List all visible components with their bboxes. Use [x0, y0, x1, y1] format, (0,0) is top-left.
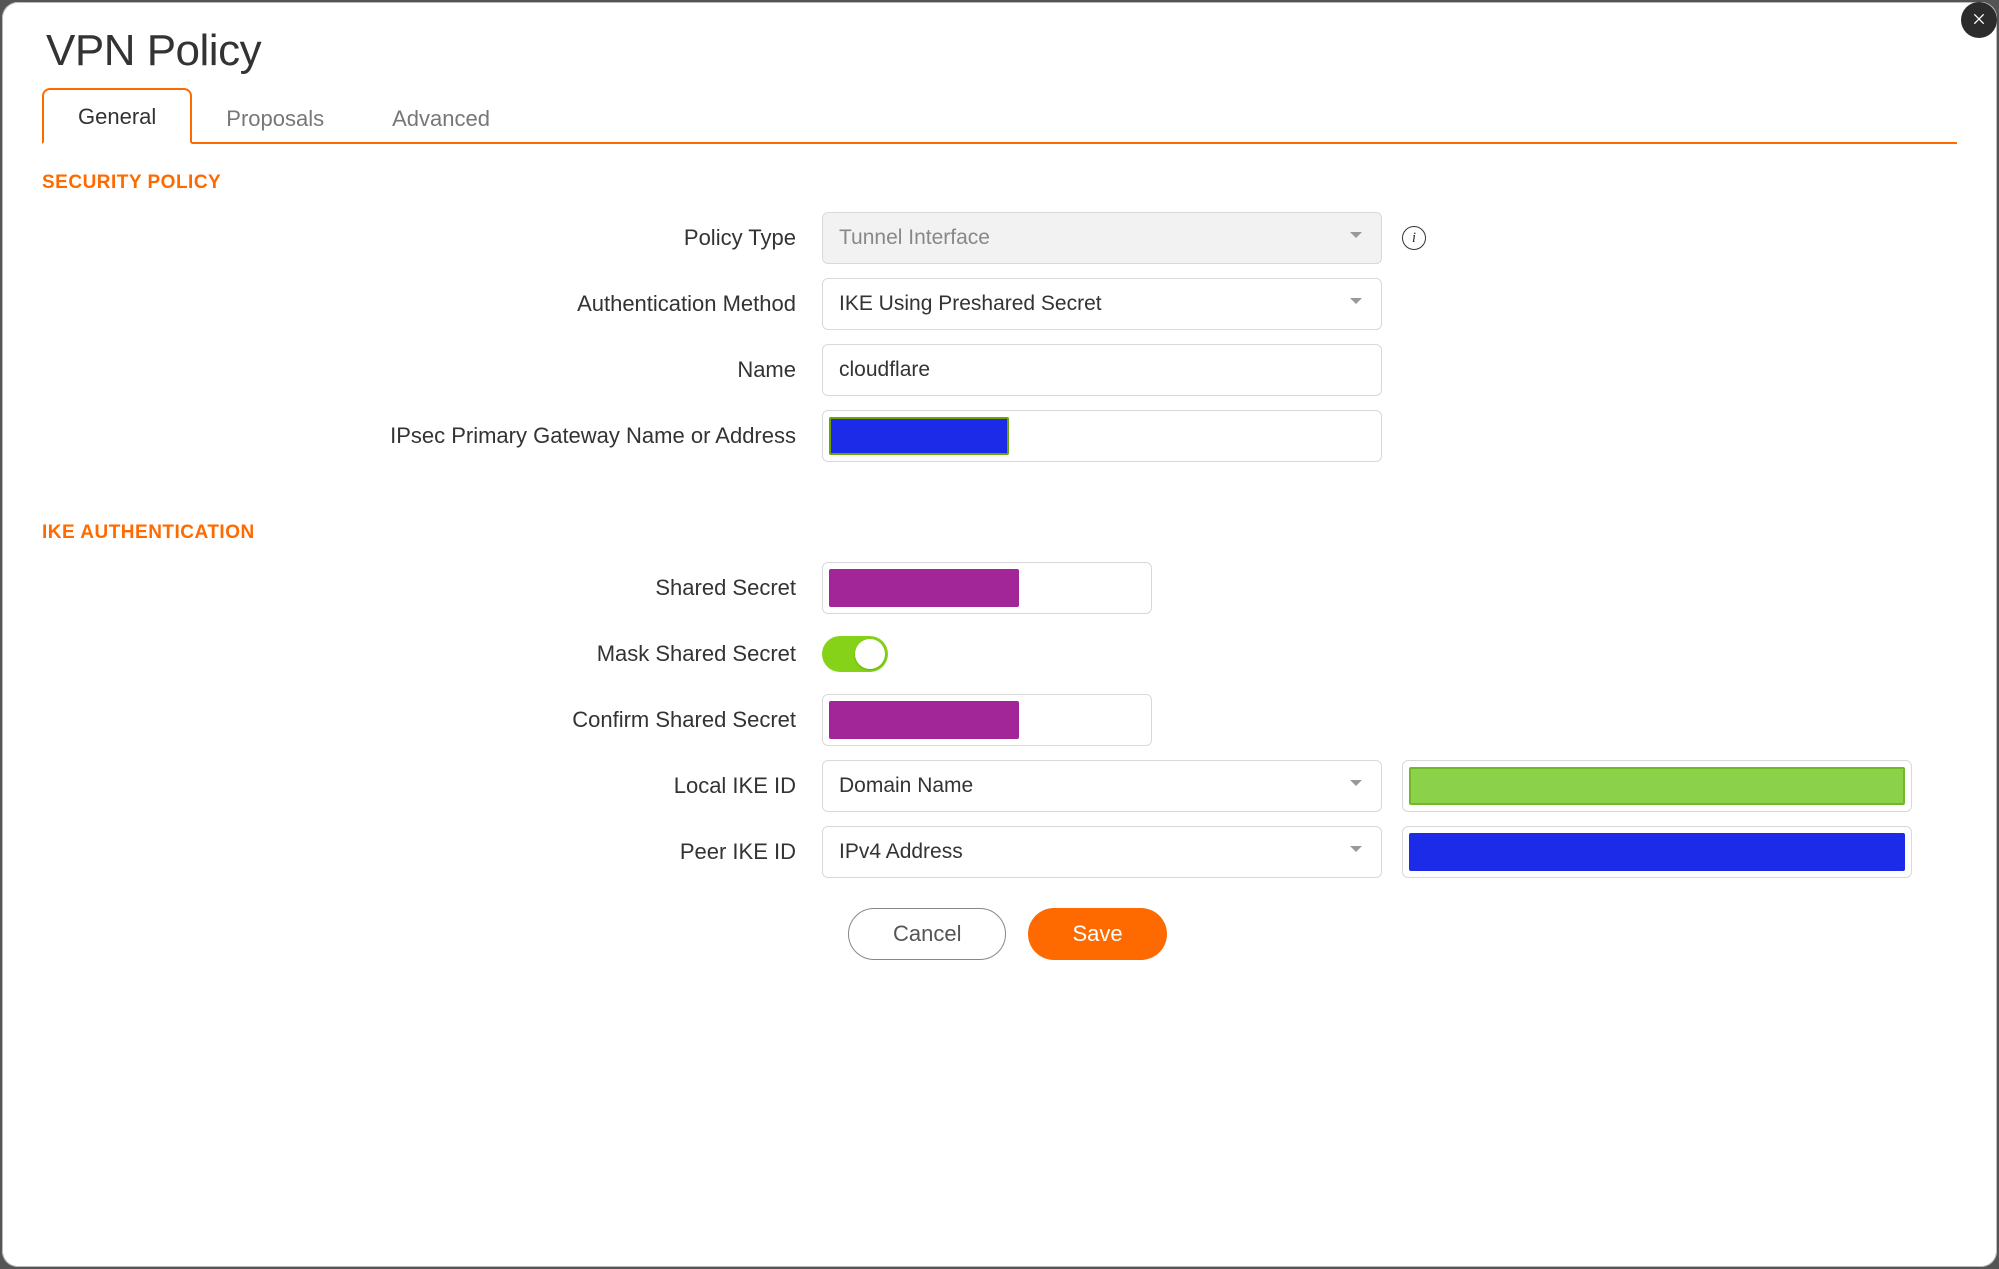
redacted-value — [1409, 833, 1905, 871]
section-security-policy: SECURITY POLICY — [42, 172, 1997, 194]
close-icon — [1971, 11, 1987, 30]
input-shared-secret[interactable] — [822, 562, 1152, 614]
label-auth-method: Authentication Method — [42, 291, 822, 317]
tab-advanced[interactable]: Advanced — [358, 92, 524, 144]
tab-bar: General Proposals Advanced — [42, 86, 1957, 144]
label-peer-ike-id: Peer IKE ID — [42, 839, 822, 865]
redacted-value — [829, 701, 1019, 739]
select-auth-method[interactable]: IKE Using Preshared Secret — [822, 278, 1382, 330]
redacted-value — [829, 417, 1009, 455]
label-ipsec-gateway: IPsec Primary Gateway Name or Address — [42, 423, 822, 449]
input-name[interactable]: cloudflare — [822, 344, 1382, 396]
section-ike-authentication: IKE AUTHENTICATION — [42, 522, 1997, 544]
toggle-mask-shared-secret[interactable] — [822, 636, 888, 672]
input-confirm-shared-secret[interactable] — [822, 694, 1152, 746]
chevron-down-icon — [1347, 774, 1365, 798]
ike-auth-form: Shared Secret Mask Shared Secret Confirm… — [42, 562, 1957, 960]
select-peer-ike-id-value: IPv4 Address — [839, 840, 963, 864]
vpn-policy-dialog: VPN Policy General Proposals Advanced SE… — [2, 2, 1997, 1267]
security-policy-form: Policy Type Tunnel Interface i Authentic… — [42, 212, 1957, 462]
input-peer-ike-id[interactable] — [1402, 826, 1912, 878]
input-ipsec-gateway[interactable] — [822, 410, 1382, 462]
button-row: Cancel Save — [848, 908, 1957, 960]
select-auth-method-value: IKE Using Preshared Secret — [839, 292, 1102, 316]
label-shared-secret: Shared Secret — [42, 575, 822, 601]
save-button[interactable]: Save — [1028, 908, 1166, 960]
chevron-down-icon — [1347, 226, 1365, 250]
label-confirm-shared-secret: Confirm Shared Secret — [42, 707, 822, 733]
close-button[interactable] — [1961, 2, 1997, 38]
redacted-value — [829, 569, 1019, 607]
cancel-button[interactable]: Cancel — [848, 908, 1006, 960]
select-peer-ike-id-type[interactable]: IPv4 Address — [822, 826, 1382, 878]
chevron-down-icon — [1347, 840, 1365, 864]
select-local-ike-id-value: Domain Name — [839, 774, 973, 798]
label-name: Name — [42, 357, 822, 383]
input-local-ike-id[interactable] — [1402, 760, 1912, 812]
label-mask-shared-secret: Mask Shared Secret — [42, 641, 822, 667]
select-policy-type-value: Tunnel Interface — [839, 226, 990, 250]
page-title: VPN Policy — [46, 26, 1997, 76]
select-local-ike-id-type[interactable]: Domain Name — [822, 760, 1382, 812]
info-icon[interactable]: i — [1402, 226, 1426, 250]
input-name-value: cloudflare — [839, 358, 930, 382]
label-policy-type: Policy Type — [42, 225, 822, 251]
tab-general[interactable]: General — [42, 88, 192, 144]
redacted-value — [1409, 767, 1905, 805]
label-local-ike-id: Local IKE ID — [42, 773, 822, 799]
chevron-down-icon — [1347, 292, 1365, 316]
select-policy-type: Tunnel Interface — [822, 212, 1382, 264]
toggle-knob — [855, 639, 885, 669]
tab-proposals[interactable]: Proposals — [192, 92, 358, 144]
